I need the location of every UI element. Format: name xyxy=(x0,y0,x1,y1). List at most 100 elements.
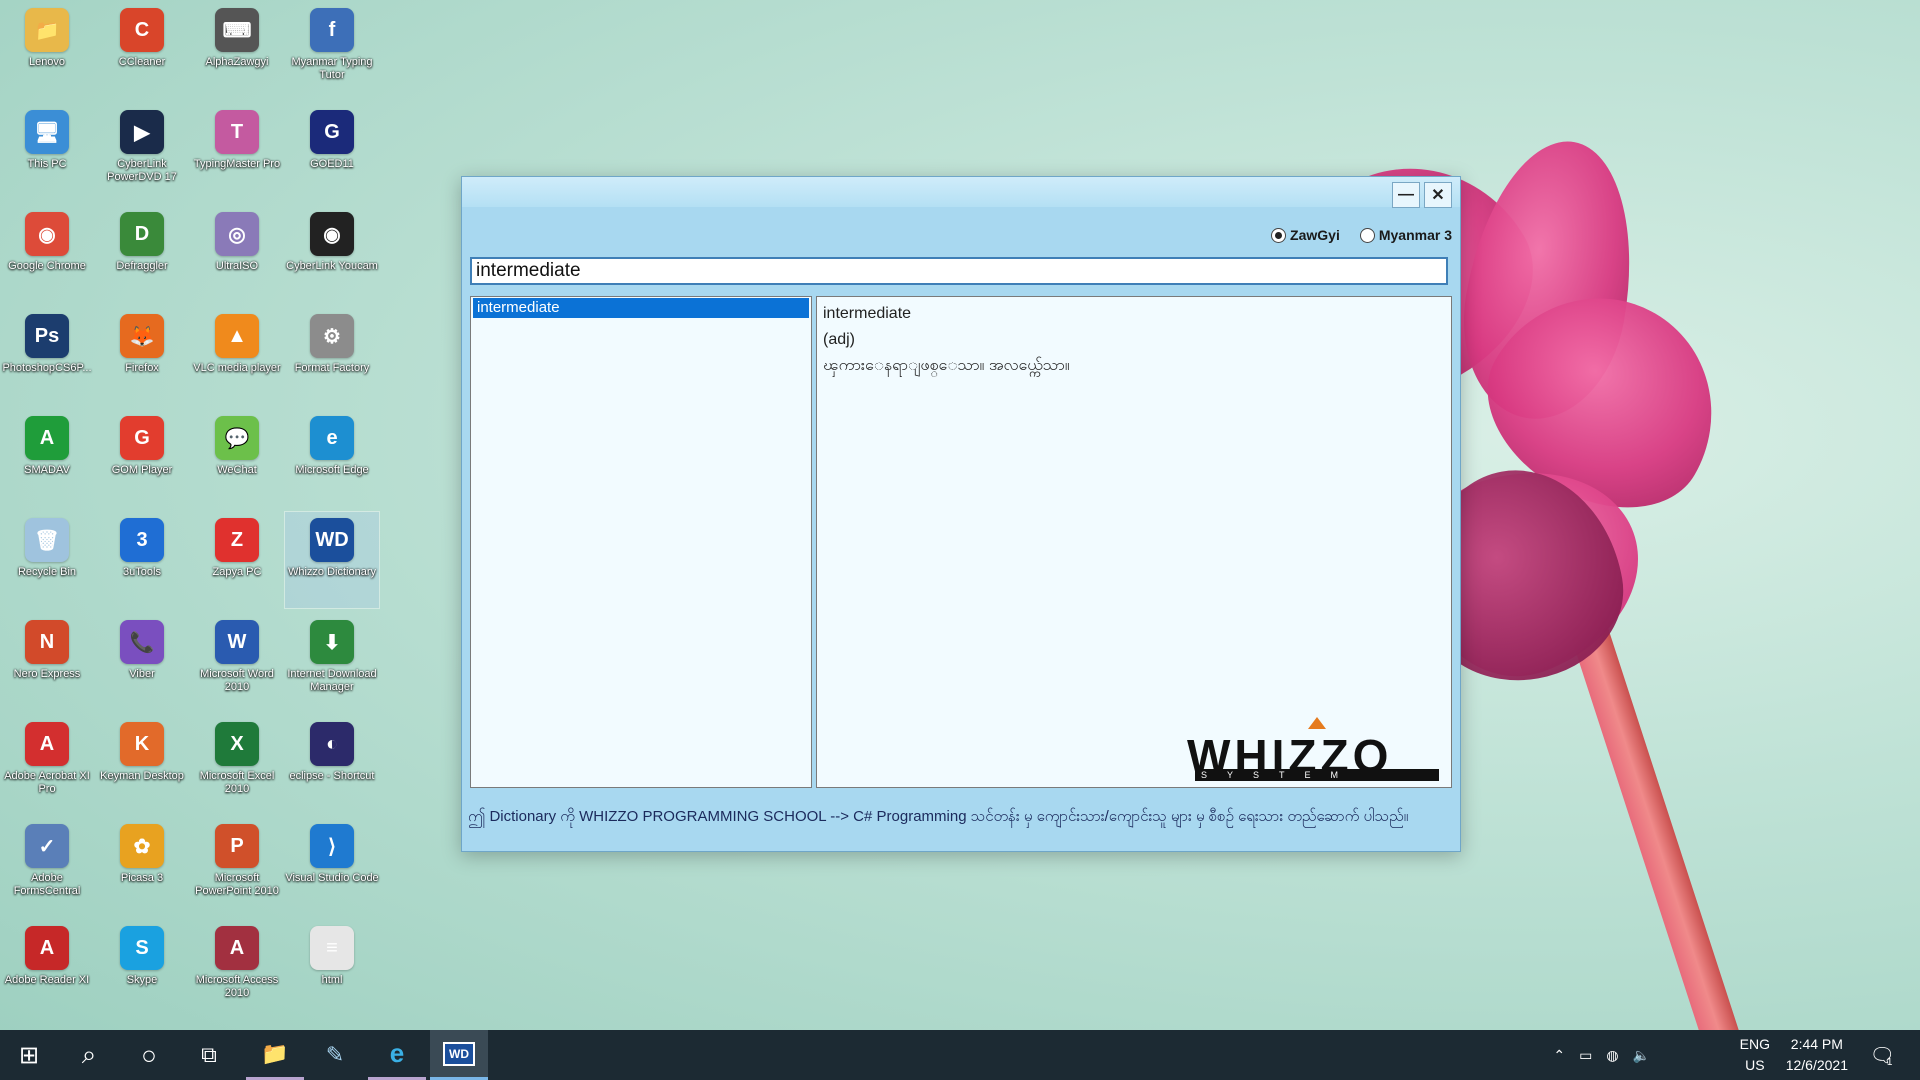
desktop-icon[interactable]: G GOM Player xyxy=(95,410,189,506)
desktop-icon[interactable]: A SMADAV xyxy=(0,410,94,506)
desktop-icon-label: Myanmar Typing Tutor xyxy=(291,56,373,81)
list-item[interactable]: intermediate xyxy=(473,298,809,318)
picasa-icon: ✿ xyxy=(120,824,164,868)
desktop-icon[interactable]: 🖥 This PC xyxy=(0,104,94,200)
definition-meaning: ၾကားေနရာျဖစ္ေသာ။ အလယ္က်ေသာ။ xyxy=(823,357,1070,374)
desktop-icon[interactable]: N Nero Express xyxy=(0,614,94,710)
notepad-button[interactable]: ✎ xyxy=(306,1030,364,1080)
desktop-icon[interactable]: ◐ eclipse - Shortcut xyxy=(285,716,379,812)
desktop-icon[interactable]: ⬇ Internet Download Manager xyxy=(285,614,379,710)
taskbar: ⊞ ⌕ ○ ⧉ 📁 ✎ e WD ⌃ ▭ ◍ 🔈 ENG US 2:44 PM … xyxy=(0,1030,1920,1080)
desktop-icon[interactable]: ▲ VLC media player xyxy=(190,308,284,404)
defraggler-icon: D xyxy=(120,212,164,256)
desktop-icon[interactable]: ⌨ AlphaZawgyi xyxy=(190,2,284,98)
desktop-icon-label: Microsoft Excel 2010 xyxy=(199,770,275,795)
definition-word: intermediate xyxy=(823,305,912,322)
desktop-icon-label: Recycle Bin xyxy=(17,566,77,578)
desktop-icon-label: Microsoft Access 2010 xyxy=(195,974,279,999)
photoshop-icon: Ps xyxy=(25,314,69,358)
desktop-icon[interactable]: WD Whizzo Dictionary xyxy=(284,511,380,609)
volume-icon[interactable]: 🔈 xyxy=(1633,1047,1650,1064)
windows-logo-icon: ⊞ xyxy=(18,1041,40,1069)
desktop-icon-label: VLC media player xyxy=(193,362,281,374)
whizzo-button[interactable]: WD xyxy=(430,1030,488,1080)
desktop-icon[interactable]: ✓ Adobe FormsCentral xyxy=(0,818,94,914)
nero-icon: N xyxy=(25,620,69,664)
radio-zawgyi-indicator xyxy=(1271,227,1287,243)
desktop-icon[interactable]: A Adobe Reader XI xyxy=(0,920,94,1016)
desktop-icon[interactable]: 📞 Viber xyxy=(95,614,189,710)
desktop-icon-label: Microsoft Edge xyxy=(295,464,369,476)
desktop-icon[interactable]: K Keyman Desktop xyxy=(95,716,189,812)
desktop-icon[interactable]: A Adobe Acrobat XI Pro xyxy=(0,716,94,812)
search-input[interactable] xyxy=(470,257,1448,285)
radio-zawgyi-label: ZawGyi xyxy=(1290,227,1340,243)
desktop-icon-label: Skype xyxy=(126,974,158,986)
start-button[interactable]: ⊞ xyxy=(0,1030,58,1080)
input-language[interactable]: ENG US xyxy=(1740,1034,1770,1076)
desktop-icon[interactable]: ≡ html xyxy=(285,920,379,1016)
desktop-icon-label: Zapya PC xyxy=(212,566,262,578)
desktop-icon[interactable]: Ps PhotoshopCS6P... xyxy=(0,308,94,404)
desktop-icon[interactable]: 💬 WeChat xyxy=(190,410,284,506)
goed-icon: G xyxy=(310,110,354,154)
desktop-icon[interactable]: ◉ CyberLink Youcam xyxy=(285,206,379,302)
desktop-icon[interactable]: T TypingMaster Pro xyxy=(190,104,284,200)
whizzo-dictionary-icon: WD xyxy=(443,1041,475,1066)
desktop-icon[interactable]: 3 3uTools xyxy=(95,512,189,608)
desktop-icon[interactable]: Z Zapya PC xyxy=(190,512,284,608)
desktop-icon-label: CyberLink PowerDVD 17 xyxy=(107,158,177,183)
desktop-icon-label: Viber xyxy=(129,668,155,680)
desktop-icon[interactable]: e Microsoft Edge xyxy=(285,410,379,506)
task-view-icon: ⧉ xyxy=(201,1042,217,1067)
desktop-icon[interactable]: X Microsoft Excel 2010 xyxy=(190,716,284,812)
desktop-icon[interactable]: C CCleaner xyxy=(95,2,189,98)
results-list[interactable]: intermediate xyxy=(470,296,812,788)
smadav-icon: A xyxy=(25,416,69,460)
task-view-button[interactable]: ⧉ xyxy=(180,1030,238,1080)
edge-button[interactable]: e xyxy=(368,1030,426,1080)
powerpoint-icon: P xyxy=(215,824,259,868)
cortana-button[interactable]: ○ xyxy=(120,1030,178,1080)
desktop-icon[interactable]: ◉ Google Chrome xyxy=(0,206,94,302)
desktop-icon[interactable]: D Defraggler xyxy=(95,206,189,302)
radio-zawgyi[interactable]: ZawGyi xyxy=(1271,227,1340,243)
desktop-icon[interactable]: ▶ CyberLink PowerDVD 17 xyxy=(95,104,189,200)
desktop-icon-label: Adobe FormsCentral xyxy=(13,872,81,897)
desktop-icon[interactable]: ⚙ Format Factory xyxy=(285,308,379,404)
desktop-icon[interactable]: f Myanmar Typing Tutor xyxy=(285,2,379,98)
chevron-up-icon[interactable]: ⌃ xyxy=(1553,1047,1565,1064)
desktop-icon[interactable]: G GOED11 xyxy=(285,104,379,200)
desktop-icon[interactable]: 🦊 Firefox xyxy=(95,308,189,404)
desktop-icon[interactable]: A Microsoft Access 2010 xyxy=(190,920,284,1016)
search-button[interactable]: ⌕ xyxy=(60,1030,118,1080)
desktop-icon[interactable]: 🗑 Recycle Bin xyxy=(0,512,94,608)
desktop-icon-label: GOM Player xyxy=(111,464,173,476)
battery-icon[interactable]: ▭ xyxy=(1579,1047,1592,1064)
desktop-icon-label: PhotoshopCS6P... xyxy=(2,362,92,374)
desktop-icon[interactable]: 📁 Lenovo xyxy=(0,2,94,98)
radio-myanmar3[interactable]: Myanmar 3 xyxy=(1359,227,1452,243)
desktop-icon[interactable]: P Microsoft PowerPoint 2010 xyxy=(190,818,284,914)
network-icon[interactable]: ◍ xyxy=(1606,1047,1618,1064)
system-tray: ⌃ ▭ ◍ 🔈 xyxy=(1553,1030,1650,1080)
notification-button[interactable]: 🗨 1 xyxy=(1852,1030,1910,1080)
minimize-button[interactable]: — xyxy=(1392,182,1420,208)
computer-icon: 🖥 xyxy=(25,110,69,154)
word-icon: W xyxy=(215,620,259,664)
desktop-icon-label: SMADAV xyxy=(24,464,70,476)
desktop-icon[interactable]: W Microsoft Word 2010 xyxy=(190,614,284,710)
close-button[interactable]: ✕ xyxy=(1424,182,1452,208)
notification-count: 1 xyxy=(1886,1056,1893,1068)
clock[interactable]: 2:44 PM 12/6/2021 xyxy=(1786,1034,1848,1076)
desktop-icon[interactable]: S Skype xyxy=(95,920,189,1016)
desktop-icon[interactable]: ✿ Picasa 3 xyxy=(95,818,189,914)
file-explorer-button[interactable]: 📁 xyxy=(246,1030,304,1080)
desktop-icon-label: eclipse - Shortcut xyxy=(289,770,375,782)
desktop-icon[interactable]: ⟩ Visual Studio Code xyxy=(285,818,379,914)
desktop-icon-label: html xyxy=(321,974,343,986)
desktop-icon[interactable]: ◎ UltraISO xyxy=(190,206,284,302)
acrobat-icon: A xyxy=(25,722,69,766)
adobe-reader-icon: A xyxy=(25,926,69,970)
title-bar[interactable] xyxy=(462,177,1460,207)
